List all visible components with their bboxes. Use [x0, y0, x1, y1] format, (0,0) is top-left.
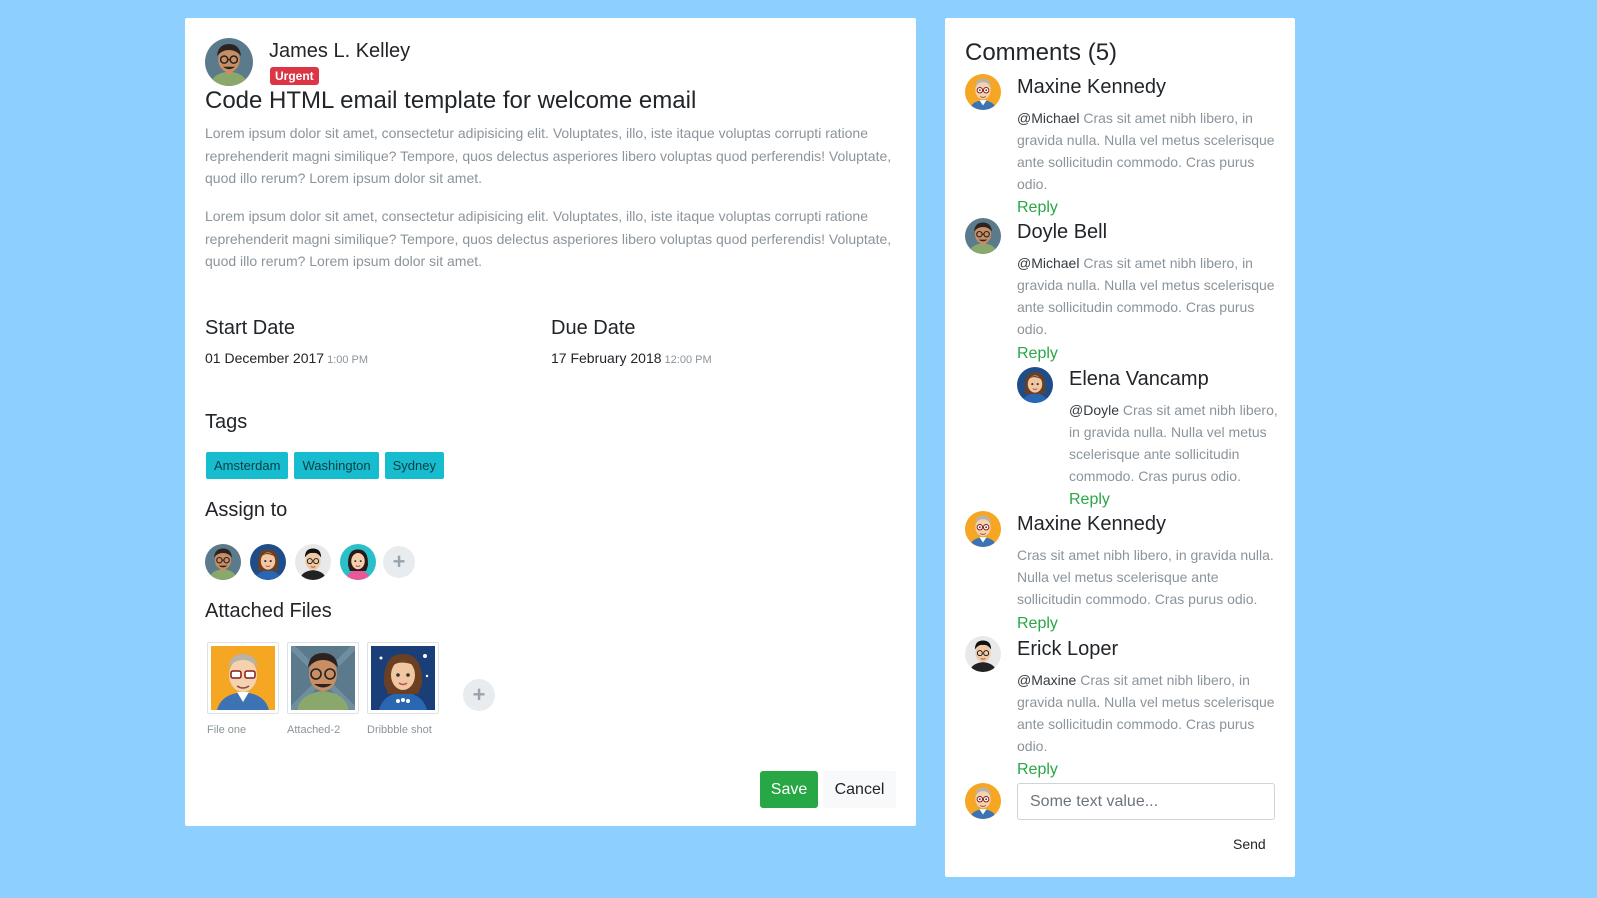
assignee-avatar[interactable] [205, 544, 241, 580]
assignee-avatar[interactable] [295, 544, 331, 580]
comment-mention[interactable]: @Doyle [1069, 402, 1119, 418]
male-glasses-avatar-icon [965, 218, 1001, 254]
current-user-avatar[interactable] [965, 783, 1001, 819]
send-button[interactable]: Send [1227, 835, 1272, 853]
male-glasses-avatar-icon [205, 544, 241, 580]
comment-text: @Michael Cras sit amet nibh libero, in g… [1017, 107, 1275, 195]
reply-link[interactable]: Reply [1017, 615, 1058, 633]
orange-glasses-portrait-icon [211, 646, 275, 710]
commenter-name: Maxine Kennedy [1017, 513, 1166, 535]
due-date: 17 February 2018 [551, 350, 662, 366]
file-name: Attached-2 [287, 724, 341, 736]
comment-text: @Maxine Cras sit amet nibh libero, in gr… [1017, 669, 1275, 757]
tags-list: Amsterdam Washington Sydney [206, 452, 445, 479]
tag-sydney[interactable]: Sydney [384, 452, 445, 479]
description-paragraph: Lorem ipsum dolor sit amet, consectetur … [205, 125, 892, 186]
maxine-avatar-icon [965, 74, 1001, 110]
comment-mention[interactable]: @Michael [1017, 110, 1079, 126]
tag-amsterdam[interactable]: Amsterdam [206, 452, 289, 479]
description-paragraph: Lorem ipsum dolor sit amet, consectetur … [205, 208, 892, 269]
comment-text: @Doyle Cras sit amet nibh libero, in gra… [1069, 399, 1279, 487]
due-date-value: 17 February 2018 12:00 PM [551, 350, 712, 366]
save-button[interactable]: Save [760, 771, 818, 808]
commenter-avatar[interactable] [1017, 367, 1053, 403]
female-brown-hair-avatar-icon [1017, 367, 1053, 403]
comment-mention[interactable]: @Maxine [1017, 672, 1076, 688]
comments-title: Comments (5) [965, 39, 1118, 66]
cancel-button[interactable]: Cancel [823, 771, 896, 808]
start-date: 01 December 2017 [205, 350, 325, 366]
commenter-name: Doyle Bell [1017, 221, 1108, 243]
comment-mention[interactable]: @Michael [1017, 255, 1079, 271]
assign-to-label: Assign to [205, 499, 288, 521]
reply-link[interactable]: Reply [1017, 345, 1058, 363]
reply-link[interactable]: Reply [1017, 199, 1058, 217]
male-black-hair-avatar-icon [295, 544, 331, 580]
due-time: 12:00 PM [664, 354, 712, 366]
file-thumbnail[interactable] [287, 642, 359, 714]
commenter-avatar[interactable] [965, 511, 1001, 547]
task-title: Code HTML email template for welcome ema… [205, 87, 697, 114]
start-time: 1:00 PM [327, 354, 369, 366]
author-name: James L. Kelley [269, 40, 411, 62]
comment-input[interactable] [1017, 783, 1275, 820]
start-date-value: 01 December 2017 1:00 PM [205, 350, 368, 366]
plus-icon: + [392, 549, 406, 574]
file-thumbnail[interactable] [207, 642, 279, 714]
add-file-button[interactable]: + [463, 679, 495, 711]
green-glasses-portrait-icon [291, 646, 355, 710]
urgent-badge: Urgent [270, 67, 319, 85]
commenter-avatar[interactable] [965, 636, 1001, 672]
tags-label: Tags [205, 411, 248, 433]
blue-female-portrait-icon [371, 646, 435, 710]
commenter-avatar[interactable] [965, 218, 1001, 254]
female-pink-avatar-icon [340, 544, 376, 580]
reply-link[interactable]: Reply [1069, 491, 1110, 509]
commenter-name: Erick Loper [1017, 638, 1119, 660]
comments-card: Comments (5) Maxine Kennedy @Michael Cra… [945, 18, 1295, 877]
attached-files-label: Attached Files [205, 600, 332, 622]
task-card: James L. Kelley Urgent Code HTML email t… [185, 18, 916, 826]
tag-washington[interactable]: Washington [294, 452, 379, 479]
comment-text: Cras sit amet nibh libero, in gravida nu… [1017, 544, 1275, 610]
due-date-label: Due Date [551, 317, 636, 339]
file-name: File one [207, 724, 247, 736]
reply-link[interactable]: Reply [1017, 761, 1058, 779]
assignee-avatar[interactable] [250, 544, 286, 580]
female-brown-hair-avatar-icon [250, 544, 286, 580]
commenter-name: Maxine Kennedy [1017, 76, 1166, 98]
file-name: Dribbble shot [367, 724, 432, 736]
plus-icon: + [472, 682, 486, 707]
author-avatar[interactable] [205, 38, 253, 86]
maxine-avatar-icon [965, 783, 1001, 819]
comment-body: Cras sit amet nibh libero, in gravida nu… [1017, 547, 1274, 607]
file-thumbnail[interactable] [367, 642, 439, 714]
commenter-name: Elena Vancamp [1069, 368, 1209, 390]
add-assignee-button[interactable]: + [383, 546, 415, 578]
male-black-hair-avatar-icon [965, 636, 1001, 672]
male-glasses-avatar-icon [205, 38, 253, 86]
assignee-avatar[interactable] [340, 544, 376, 580]
start-date-label: Start Date [205, 317, 296, 339]
commenter-avatar[interactable] [965, 74, 1001, 110]
maxine-avatar-icon [965, 511, 1001, 547]
comment-text: @Michael Cras sit amet nibh libero, in g… [1017, 252, 1275, 340]
